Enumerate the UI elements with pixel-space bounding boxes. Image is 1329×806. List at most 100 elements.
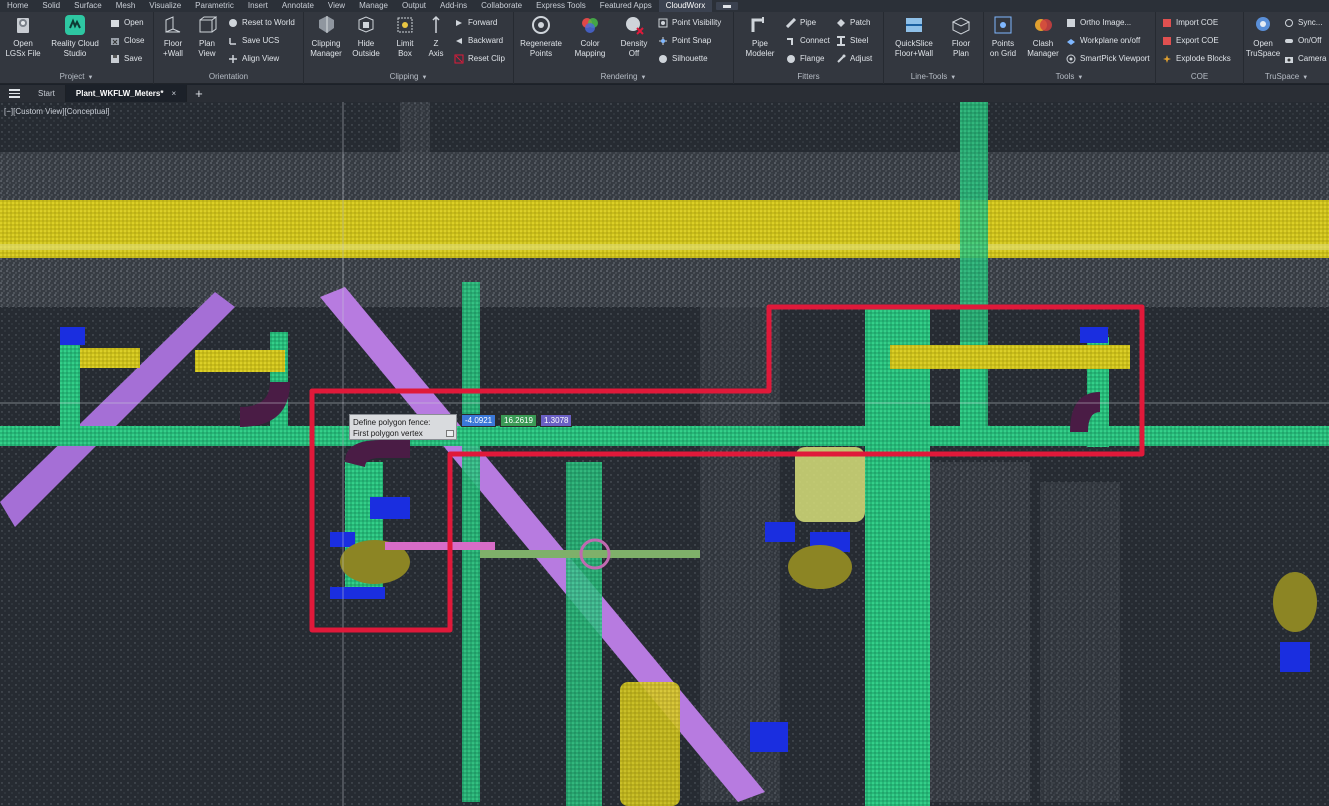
view-controls-label[interactable]: [−][Custom View][Conceptual] bbox=[4, 107, 109, 116]
file-tab-drawing[interactable]: Plant_WKFLW_Meters* × bbox=[65, 85, 188, 102]
lock-icon[interactable] bbox=[446, 430, 454, 437]
point-visibility-button[interactable]: Point Visibility bbox=[658, 17, 721, 29]
z-axis-icon bbox=[425, 14, 447, 36]
chevron-down-icon: ▼ bbox=[950, 75, 957, 81]
backward-button[interactable]: Backward bbox=[454, 35, 503, 47]
import-coe-button[interactable]: Import COE bbox=[1162, 17, 1218, 29]
workplane-toggle-button[interactable]: Workplane on/off bbox=[1066, 35, 1140, 47]
ribbon-toggle-button[interactable] bbox=[716, 2, 739, 10]
connect-button[interactable]: Connect bbox=[786, 35, 830, 47]
tab-insert[interactable]: Insert bbox=[241, 0, 275, 12]
panel-title-truspace[interactable]: TruSpace ▼ bbox=[1244, 71, 1329, 83]
truspace-onoff-button[interactable]: On/Off bbox=[1284, 35, 1321, 47]
file-tab-drawing-label: Plant_WKFLW_Meters* bbox=[75, 89, 164, 98]
green-main-pipe bbox=[0, 426, 1329, 446]
color-mapping-button[interactable]: Color Mapping bbox=[570, 14, 610, 59]
limit-box-button[interactable]: Limit Box bbox=[388, 14, 422, 59]
z-axis-button[interactable]: Z Axis bbox=[424, 14, 448, 59]
forward-button[interactable]: Forward bbox=[454, 17, 497, 29]
panel-title-rendering[interactable]: Rendering ▼ bbox=[514, 71, 733, 83]
panel-title-clipping[interactable]: Clipping ▼ bbox=[304, 71, 513, 83]
points-grid-icon bbox=[992, 14, 1014, 36]
clipping-manager-button[interactable]: Clipping Manager bbox=[306, 14, 346, 59]
flange-button[interactable]: Flange bbox=[786, 53, 824, 65]
blue-valve-far-right bbox=[1280, 642, 1310, 672]
tab-surface[interactable]: Surface bbox=[67, 0, 109, 12]
tab-parametric[interactable]: Parametric bbox=[188, 0, 241, 12]
floor-wall-button[interactable]: Floor +Wall bbox=[158, 14, 188, 59]
coord-y-input[interactable]: 16.2619 bbox=[500, 414, 537, 427]
file-tab-start[interactable]: Start bbox=[28, 85, 66, 102]
yellow-valve-bottom bbox=[620, 682, 680, 806]
tab-home[interactable]: Home bbox=[0, 0, 35, 12]
pipe-button[interactable]: Pipe bbox=[786, 17, 816, 29]
color-mapping-icon bbox=[579, 14, 601, 36]
quickslice-button[interactable]: QuickSlice Floor+Wall bbox=[890, 14, 938, 59]
silhouette-button[interactable]: Silhouette bbox=[658, 53, 708, 65]
patch-button[interactable]: Patch bbox=[836, 17, 870, 29]
drawing-viewport[interactable]: [−][Custom View][Conceptual] Define poly… bbox=[0, 102, 1329, 806]
clash-manager-button[interactable]: Clash Manager bbox=[1024, 14, 1062, 59]
panel-title-project[interactable]: Project ▼ bbox=[0, 71, 153, 83]
point-snap-button[interactable]: Point Snap bbox=[658, 35, 711, 47]
tab-collaborate[interactable]: Collaborate bbox=[474, 0, 529, 12]
tab-view[interactable]: View bbox=[321, 0, 352, 12]
gray-beam-top bbox=[0, 152, 1329, 202]
smartpick-icon bbox=[1066, 54, 1076, 64]
menu-icon[interactable] bbox=[0, 85, 28, 102]
close-icon[interactable]: × bbox=[171, 85, 176, 102]
plan-view-button[interactable]: Plan View bbox=[192, 14, 222, 59]
panel-title-line-tools[interactable]: Line-Tools ▼ bbox=[884, 71, 983, 83]
open-truspace-button[interactable]: Open TruSpace bbox=[1246, 14, 1280, 59]
floor-plan-button[interactable]: Floor Plan bbox=[946, 14, 976, 59]
save-button[interactable]: Save bbox=[110, 53, 142, 65]
panel-title-tools[interactable]: Tools ▼ bbox=[984, 71, 1155, 83]
explode-blocks-button[interactable]: Explode Blocks bbox=[1162, 53, 1231, 65]
explode-icon bbox=[1162, 54, 1172, 64]
panel-line-tools: QuickSlice Floor+Wall Floor Plan Line-To… bbox=[884, 12, 984, 84]
panel-project: Open LGSx File Reality Cloud Studio Open… bbox=[0, 12, 154, 84]
coord-x-input[interactable]: -4.0921 bbox=[461, 414, 496, 427]
hide-outside-button[interactable]: Hide Outside bbox=[349, 14, 383, 59]
open-button[interactable]: Open bbox=[110, 17, 144, 29]
align-view-button[interactable]: Align View bbox=[228, 53, 279, 65]
close-button[interactable]: Close bbox=[110, 35, 144, 47]
truspace-sync-button[interactable]: Sync... bbox=[1284, 17, 1322, 29]
tab-annotate[interactable]: Annotate bbox=[275, 0, 321, 12]
tab-add-ins[interactable]: Add-ins bbox=[433, 0, 474, 12]
reset-to-world-button[interactable]: Reset to World bbox=[228, 17, 295, 29]
export-coe-button[interactable]: Export COE bbox=[1162, 35, 1219, 47]
tab-visualize[interactable]: Visualize bbox=[142, 0, 188, 12]
points-on-grid-button[interactable]: Points on Grid bbox=[986, 14, 1020, 59]
new-tab-button[interactable]: + bbox=[187, 86, 211, 101]
yellow-support-right bbox=[890, 345, 1130, 369]
blue-valve-bottom bbox=[330, 587, 385, 599]
adjust-button[interactable]: Adjust bbox=[836, 53, 872, 65]
tab-express-tools[interactable]: Express Tools bbox=[529, 0, 593, 12]
tab-mesh[interactable]: Mesh bbox=[109, 0, 143, 12]
tab-manage[interactable]: Manage bbox=[352, 0, 395, 12]
panel-coe: Import COE Export COE Explode Blocks COE bbox=[1156, 12, 1244, 84]
open-lgsx-button[interactable]: Open LGSx File bbox=[2, 14, 44, 59]
truspace-camera-button[interactable]: Camera bbox=[1284, 53, 1326, 65]
reset-clip-button[interactable]: Reset Clip bbox=[454, 53, 505, 65]
chevron-down-icon: ▼ bbox=[1302, 75, 1309, 81]
chevron-down-icon: ▼ bbox=[87, 75, 94, 81]
ortho-image-button[interactable]: Ortho Image... bbox=[1066, 17, 1131, 29]
tab-featured-apps[interactable]: Featured Apps bbox=[593, 0, 659, 12]
tab-cloudworx[interactable]: CloudWorx bbox=[658, 0, 713, 12]
tab-output[interactable]: Output bbox=[395, 0, 433, 12]
smartpick-viewport-button[interactable]: SmartPick Viewport bbox=[1066, 53, 1150, 65]
workplane-icon bbox=[1066, 36, 1076, 46]
regenerate-points-button[interactable]: Regenerate Points bbox=[516, 14, 566, 59]
tab-solid[interactable]: Solid bbox=[35, 0, 67, 12]
save-ucs-button[interactable]: Save UCS bbox=[228, 35, 279, 47]
flange-icon bbox=[786, 54, 796, 64]
pipe-modeler-button[interactable]: Pipe Modeler bbox=[738, 14, 782, 59]
coord-z-input[interactable]: 1.3078 bbox=[540, 414, 572, 427]
steel-button[interactable]: Steel bbox=[836, 35, 868, 47]
reality-cloud-studio-button[interactable]: Reality Cloud Studio bbox=[46, 14, 104, 59]
beam-edge-highlight bbox=[0, 244, 1329, 250]
yellow-tank bbox=[795, 447, 865, 522]
density-off-button[interactable]: Density Off bbox=[616, 14, 652, 59]
